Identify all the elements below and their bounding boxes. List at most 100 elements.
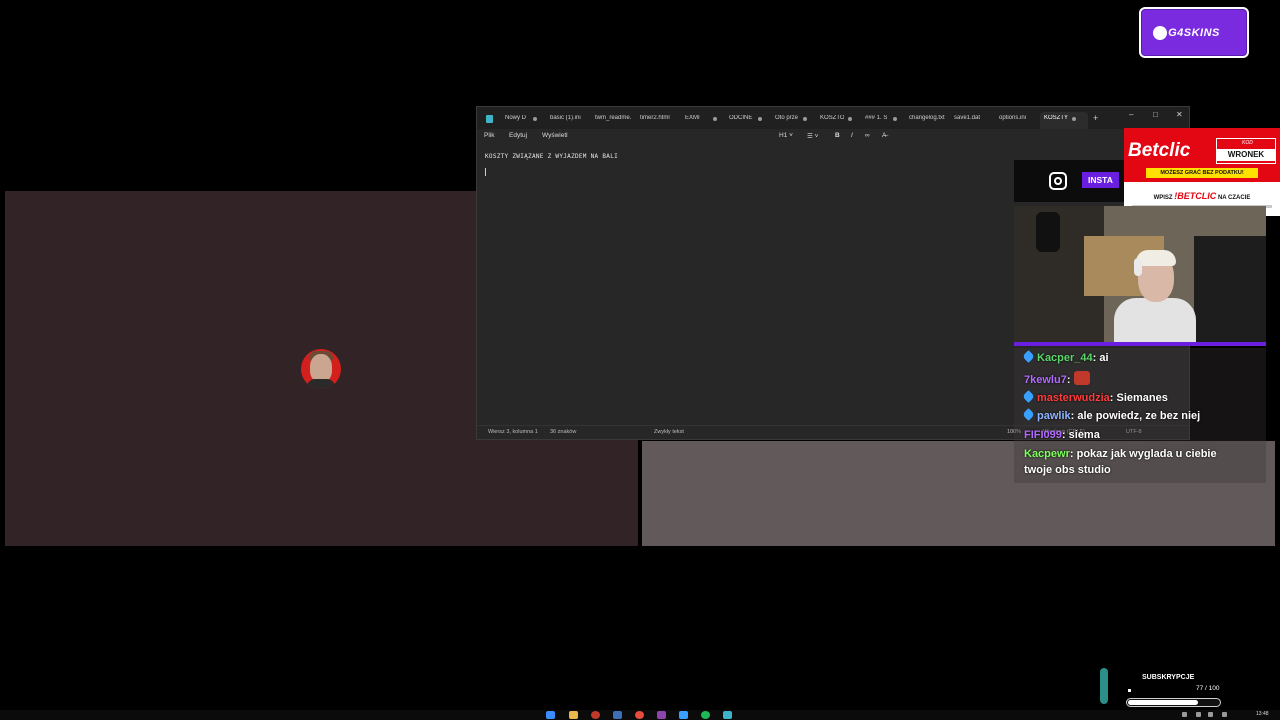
cta-suffix: NA CZACIE	[1217, 195, 1251, 201]
unsaved-dot-icon	[533, 117, 537, 121]
chat-text: siema	[1068, 429, 1100, 441]
tab-koszto[interactable]: KOSZTO	[820, 115, 844, 125]
subs-goal-count: 77 / 100	[1196, 685, 1220, 692]
editor-content[interactable]: KOSZTY ZWIĄZANE Z WYJAZDEM NA BALI	[485, 153, 618, 160]
screen: Nowy D basic (1).ini twm_readme. timer2.…	[0, 0, 1280, 720]
instagram-banner: INSTA	[1014, 160, 1124, 202]
chat-text: ai	[1099, 352, 1109, 364]
start-icon[interactable]	[546, 711, 555, 719]
file-explorer-icon[interactable]	[569, 711, 578, 719]
bold-button[interactable]: B	[835, 132, 840, 139]
spotify-icon[interactable]	[701, 711, 710, 719]
cam-chair	[1194, 236, 1266, 346]
streamer-hair	[1136, 250, 1176, 266]
tab-basic-ini[interactable]: basic (1).ini	[550, 115, 590, 125]
chrome-icon[interactable]	[635, 711, 644, 719]
tray-network-icon[interactable]	[1196, 712, 1201, 717]
chat-message: masterwudzia: Siemanes	[1022, 390, 1168, 404]
tab-timer2[interactable]: timer2.html	[640, 115, 680, 125]
cta-command: !BETCLIC	[1174, 191, 1217, 201]
pin-icon	[1022, 408, 1035, 421]
chat-text: Siemanes	[1116, 392, 1168, 404]
g4skins-logo: G4SKINS	[1139, 7, 1249, 58]
chat-username: Kacper_44	[1037, 352, 1093, 364]
maximize-button[interactable]: □	[1153, 110, 1158, 119]
menu-view[interactable]: Wyświetl	[542, 132, 568, 139]
unsaved-dot-icon	[1072, 117, 1076, 121]
emote-icon	[1073, 371, 1090, 385]
headset-icon	[1134, 258, 1142, 276]
instagram-icon	[1049, 172, 1067, 190]
instagram-label: INSTA	[1082, 172, 1119, 188]
taskbar-clock[interactable]: 13:48	[1256, 711, 1269, 717]
minimize-button[interactable]: –	[1129, 110, 1133, 119]
betclic-brand: Betclic	[1128, 140, 1191, 161]
chat-username: masterwudzia	[1037, 392, 1110, 404]
unsaved-dot-icon	[758, 117, 762, 121]
tab-bar: Nowy D basic (1).ini twm_readme. timer2.…	[477, 107, 1189, 129]
subs-goal-icon	[1100, 668, 1108, 704]
new-tab-button[interactable]: +	[1093, 113, 1098, 123]
chat-username: pawlik	[1037, 410, 1071, 422]
tab-exmi[interactable]: EXMI	[685, 115, 705, 125]
unsaved-dot-icon	[848, 117, 852, 121]
pin-icon	[1022, 350, 1035, 363]
status-chars: 36 znaków	[550, 429, 577, 435]
tab-save1[interactable]: save1.dat	[954, 115, 984, 125]
steam-icon[interactable]	[613, 711, 622, 719]
subs-bullet-icon	[1128, 689, 1131, 692]
promo-code-label: KOD	[1242, 140, 1253, 146]
betclic-header: Betclic KOD WRONEK MOŻESZ GRAĆ BEZ PODAT…	[1124, 128, 1280, 182]
avatar-shirt	[307, 379, 335, 389]
betclic-ad: Betclic KOD WRONEK MOŻESZ GRAĆ BEZ PODAT…	[1124, 128, 1280, 216]
chat-message: FIFI099: siema	[1024, 429, 1100, 441]
promo-code: WRONEK	[1216, 149, 1276, 161]
link-button[interactable]: ∞	[865, 132, 870, 139]
status-format[interactable]: Zwykły tekst	[654, 429, 684, 435]
cta-prefix: WPISZ	[1153, 195, 1173, 201]
taskbar: 13:48	[0, 710, 1280, 720]
unsaved-dot-icon	[893, 117, 897, 121]
chat-text: ale powiedz, ze bez niej	[1077, 410, 1201, 422]
edge-icon[interactable]	[679, 711, 688, 719]
streamer-body	[1114, 298, 1196, 346]
tab-koszty-active[interactable]: KOSZTY	[1044, 115, 1070, 125]
messenger-icon[interactable]	[657, 711, 666, 719]
tab-oto[interactable]: Oto prze	[775, 115, 801, 125]
chat-message: pawlik: ale powiedz, ze bez niej	[1022, 408, 1201, 422]
subs-goal-label: SUBSKRYPCJE	[1142, 674, 1195, 681]
italic-button[interactable]: I	[851, 132, 853, 139]
text-caret	[485, 168, 486, 176]
tray-chevron-icon[interactable]	[1182, 712, 1187, 717]
clear-formatting-button[interactable]: A̶	[882, 132, 886, 139]
subs-progress-fill	[1128, 700, 1198, 705]
tab-nowy[interactable]: Nowy D	[505, 115, 529, 125]
tab-changelog[interactable]: changelog.txt	[909, 115, 949, 125]
close-button[interactable]: ✕	[1176, 110, 1183, 119]
betclic-cta: WPISZ !BETCLIC NA CZACIE	[1124, 191, 1280, 201]
subs-progress-bar	[1126, 698, 1221, 707]
tab-section[interactable]: ### 1. S	[865, 115, 887, 125]
participant-avatar[interactable]	[301, 349, 341, 389]
menu-edit[interactable]: Edytuj	[509, 132, 527, 139]
avatar-face	[310, 354, 332, 382]
tab-options[interactable]: options.ini	[999, 115, 1031, 125]
chat-username: FIFI099	[1024, 429, 1062, 441]
pin-icon	[1022, 390, 1035, 403]
tab-odcine[interactable]: ODCINE	[729, 115, 755, 125]
microphone-icon	[1036, 212, 1060, 252]
tray-volume-icon[interactable]	[1208, 712, 1213, 717]
menu-file[interactable]: Plik	[484, 132, 494, 139]
notepad-app-icon	[486, 115, 493, 123]
list-dropdown[interactable]: ☰ ˅	[807, 132, 818, 140]
tab-twm-readme[interactable]: twm_readme.	[595, 115, 635, 125]
chat-message: 7kewlu7:	[1024, 371, 1090, 386]
logo-text: G4SKINS	[1168, 27, 1220, 39]
heading-dropdown[interactable]: H1 ˅	[779, 132, 793, 139]
chat-message: Kacper_44: ai	[1022, 350, 1109, 364]
notepad-taskbar-icon[interactable]	[723, 711, 732, 719]
betclic-tagline: MOŻESZ GRAĆ BEZ PODATKU!	[1146, 168, 1258, 178]
status-position: Wiersz 3, kolumna 1	[488, 429, 538, 435]
obs-icon[interactable]	[591, 711, 600, 719]
tray-battery-icon[interactable]	[1222, 712, 1227, 717]
